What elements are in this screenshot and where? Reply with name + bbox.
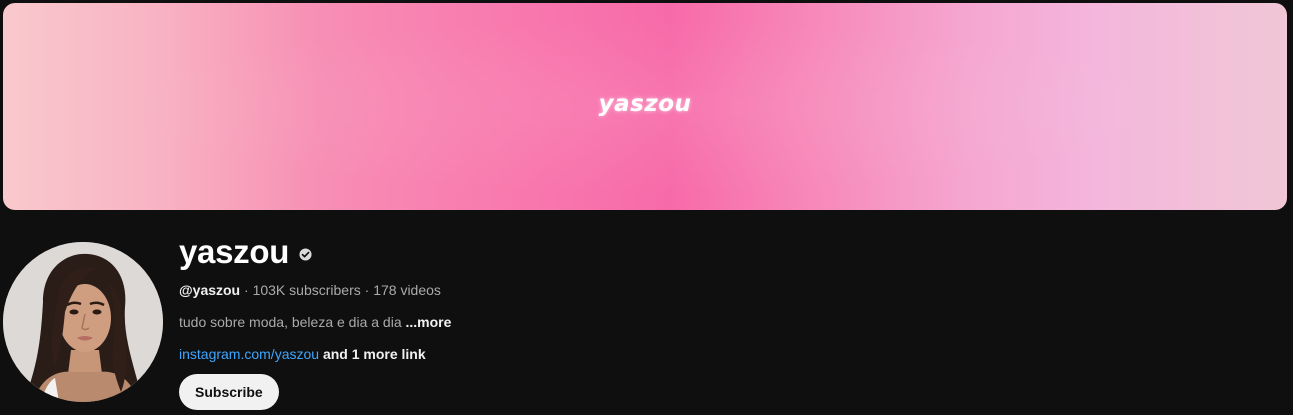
title-row: yaszou [179, 232, 451, 272]
channel-handle: @yaszou [179, 282, 241, 298]
channel-description[interactable]: tudo sobre moda, beleza e dia a dia ...m… [179, 312, 451, 332]
banner-title: yaszou [598, 91, 692, 117]
video-count: 178 videos [373, 282, 441, 298]
meta-separator: · [360, 282, 374, 298]
channel-name: yaszou [179, 233, 290, 270]
instagram-link[interactable]: instagram.com/yaszou [179, 346, 319, 362]
channel-meta: @yaszou · 103K subscribers · 178 videos [179, 280, 451, 300]
description-text: tudo sobre moda, beleza e dia a dia [179, 314, 406, 330]
channel-links: instagram.com/yaszou and 1 more link [179, 344, 451, 364]
subscriber-count: 103K subscribers [252, 282, 361, 298]
meta-separator: · [240, 282, 253, 298]
subscribe-button[interactable]: Subscribe [179, 374, 279, 410]
channel-info: yaszou @yaszou · 103K subscribers · 178 … [179, 232, 451, 364]
description-more-button[interactable]: ...more [406, 314, 452, 330]
more-links-button[interactable]: and 1 more link [319, 346, 426, 362]
verified-check-icon [299, 247, 312, 261]
avatar-photo [3, 242, 163, 402]
channel-header: yaszou yaszou @yaszou · 103K subscribers… [0, 0, 1293, 415]
avatar[interactable] [3, 242, 163, 402]
channel-banner: yaszou [3, 3, 1287, 210]
